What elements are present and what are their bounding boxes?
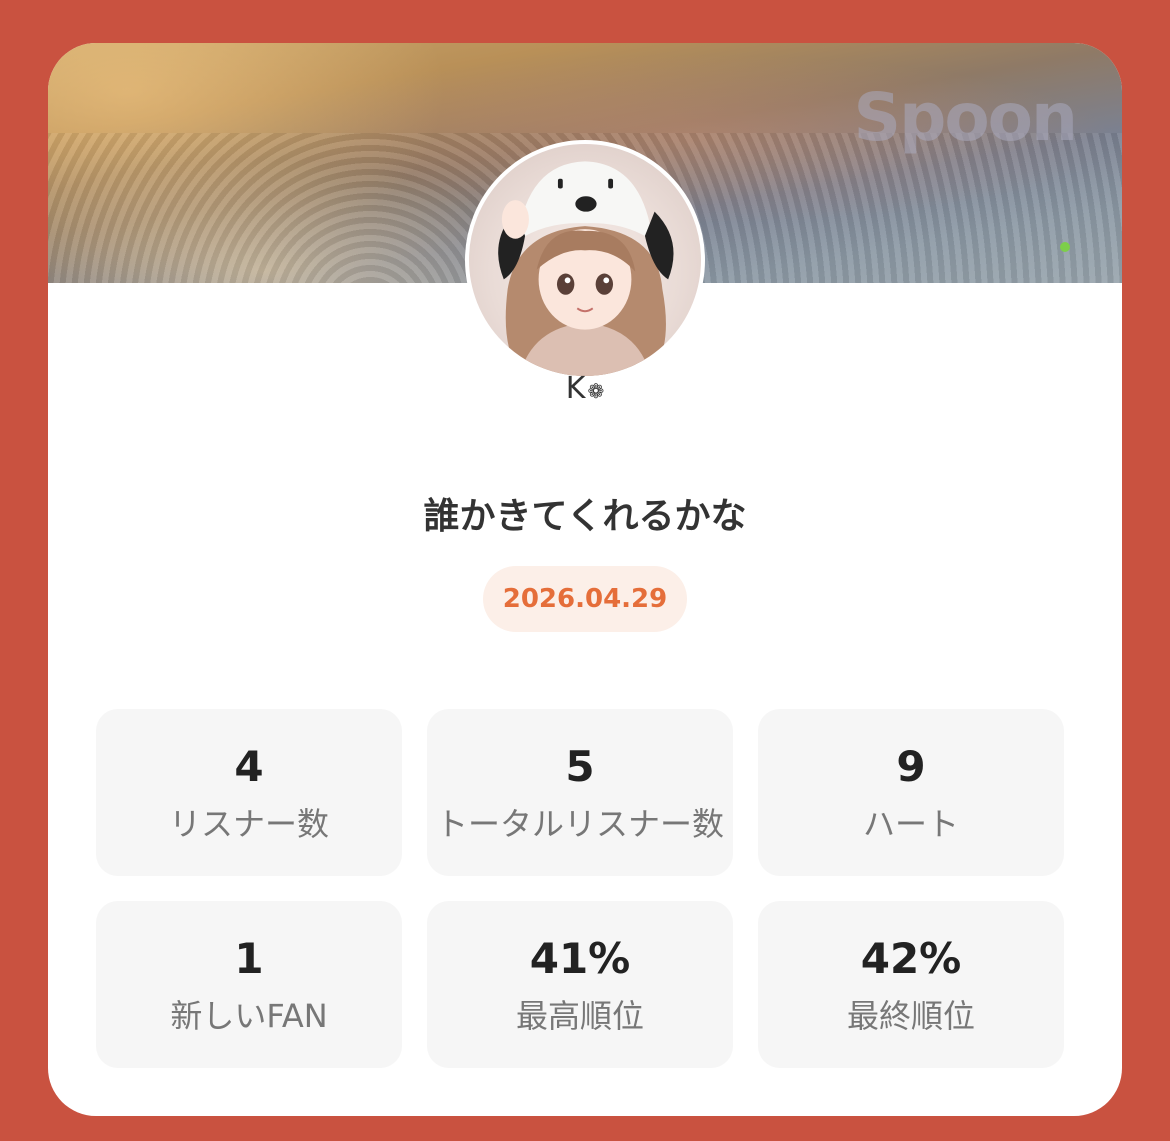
stat-value: 1 [234,933,264,983]
stat-value: 9 [896,741,926,791]
stat-best-rank: 41% 最高順位 [427,901,733,1068]
stat-label: リスナー数 [168,804,329,843]
user-name: K ❁ [48,371,1122,406]
online-indicator [1060,242,1070,252]
live-title: 誰かきてくれるかな [423,496,747,537]
date-badge: 2026.04.29 [483,566,687,632]
live-summary-card: Spoon K ❁ 誰かきてくれるかな 2026.04.29 4 リスナー数 5… [48,43,1122,1116]
stat-label: 最高順位 [515,996,644,1035]
stat-label: ハート [862,804,959,843]
date-text: 2026.04.29 [502,584,668,614]
stat-value: 42% [860,933,962,983]
stat-final-rank: 42% 最終順位 [758,901,1064,1068]
stat-value: 41% [529,933,631,983]
stat-hearts: 9 ハート [758,709,1064,876]
avatar-illustration [498,161,674,376]
stat-new-fans: 1 新しいFAN [96,901,402,1068]
stat-total-listeners: 5 トータルリスナー数 [427,709,733,876]
stat-value: 4 [234,741,264,791]
stat-label: 新しいFAN [170,996,328,1035]
stats-grid: 4 リスナー数 5 トータルリスナー数 9 ハート 1 新しいFAN 41% 最… [96,709,1064,1068]
stat-value: 5 [565,741,595,791]
spoon-logo: Spoon [853,79,1078,156]
avatar[interactable] [465,140,705,380]
stat-label: トータルリスナー数 [435,804,724,843]
user-name-text: K [565,371,586,406]
name-decoration-icon: ❁ [587,379,605,403]
stat-label: 最終順位 [846,996,975,1035]
stat-listeners: 4 リスナー数 [96,709,402,876]
